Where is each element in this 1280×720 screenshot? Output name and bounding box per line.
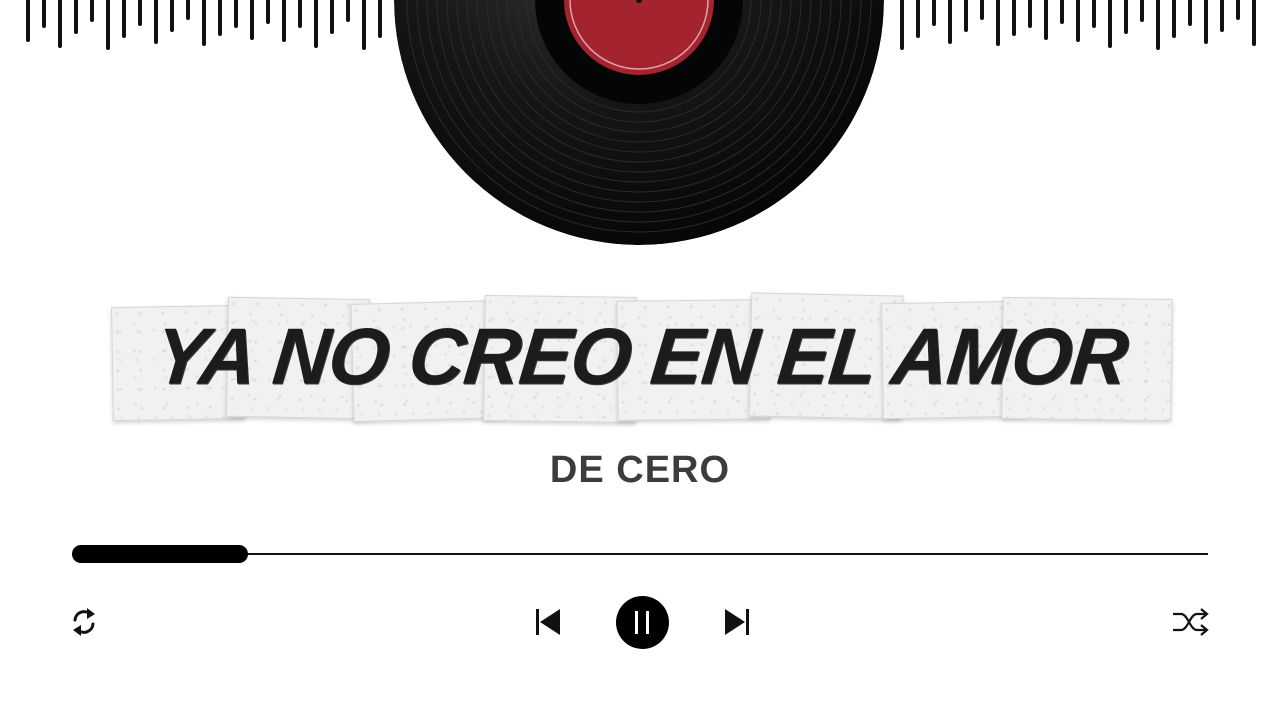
visualizer-bar — [996, 0, 1000, 46]
visualizer-bar — [330, 0, 334, 34]
shuffle-button[interactable] — [1172, 607, 1210, 637]
song-title-banner: YA NO CREO EN EL AMOR — [111, 288, 1173, 428]
visualizer-bar — [1188, 0, 1192, 26]
visualizer-bar — [138, 0, 142, 26]
visualizer-bar — [378, 0, 382, 38]
visualizer-bar — [1220, 0, 1224, 32]
visualizer-bar — [1156, 0, 1160, 50]
visualizer-bar — [900, 0, 904, 50]
next-button[interactable] — [724, 608, 750, 636]
visualizer-bar — [154, 0, 158, 44]
visualizer-bar — [980, 0, 984, 20]
previous-button[interactable] — [535, 608, 561, 636]
visualizer-bar — [42, 0, 46, 28]
visualizer-bar — [74, 0, 78, 34]
visualizer-bar — [298, 0, 302, 28]
music-player: YA NO CREO EN EL AMOR DE CERO — [0, 0, 1280, 720]
progress-bar[interactable] — [72, 545, 1208, 563]
visualizer-bar — [1204, 0, 1208, 44]
visualizer-bar — [1012, 0, 1016, 36]
visualizer-bar — [1076, 0, 1080, 42]
visualizer-bar — [234, 0, 238, 28]
visualizer-bar — [250, 0, 254, 40]
visualizer-bar — [1236, 0, 1240, 20]
repeat-icon — [73, 608, 95, 636]
visualizer-bar — [948, 0, 952, 44]
visualizer-bar — [58, 0, 62, 48]
visualizer-bar — [1172, 0, 1176, 38]
visualizer-bar — [266, 0, 270, 24]
visualizer-bar — [1140, 0, 1144, 22]
repeat-button[interactable] — [70, 606, 98, 638]
visualizer-bar — [1108, 0, 1112, 48]
vinyl-record-graphic — [394, 0, 884, 245]
skip-previous-icon — [536, 609, 560, 635]
song-title: YA NO CREO EN EL AMOR — [150, 311, 1132, 401]
visualizer-bar — [218, 0, 222, 36]
visualizer-bar — [90, 0, 94, 22]
visualizer-bar — [282, 0, 286, 42]
visualizer-bar — [202, 0, 206, 46]
visualizer-bar — [170, 0, 174, 32]
visualizer-bar — [346, 0, 350, 22]
artist-name: DE CERO — [549, 449, 731, 491]
visualizer-bar — [186, 0, 190, 20]
visualizer-bar — [1060, 0, 1064, 24]
visualizer-bar — [1252, 0, 1256, 46]
visualizer-bar — [1028, 0, 1032, 28]
visualizer-bar — [1092, 0, 1096, 28]
visualizer-bar — [916, 0, 920, 38]
visualizer-bar — [932, 0, 936, 26]
pause-button[interactable] — [616, 596, 669, 649]
vinyl-record-artwork — [394, 0, 884, 245]
visualizer-bar — [26, 0, 30, 42]
visualizer-bar — [362, 0, 366, 50]
shuffle-icon — [1173, 608, 1209, 636]
visualizer-bar — [1124, 0, 1128, 34]
visualizer-bar — [106, 0, 110, 50]
visualizer-bar — [314, 0, 318, 48]
skip-next-icon — [725, 609, 749, 635]
visualizer-bar — [122, 0, 126, 38]
progress-fill[interactable] — [72, 545, 249, 563]
visualizer-bar — [1044, 0, 1048, 40]
visualizer-bar — [964, 0, 968, 32]
